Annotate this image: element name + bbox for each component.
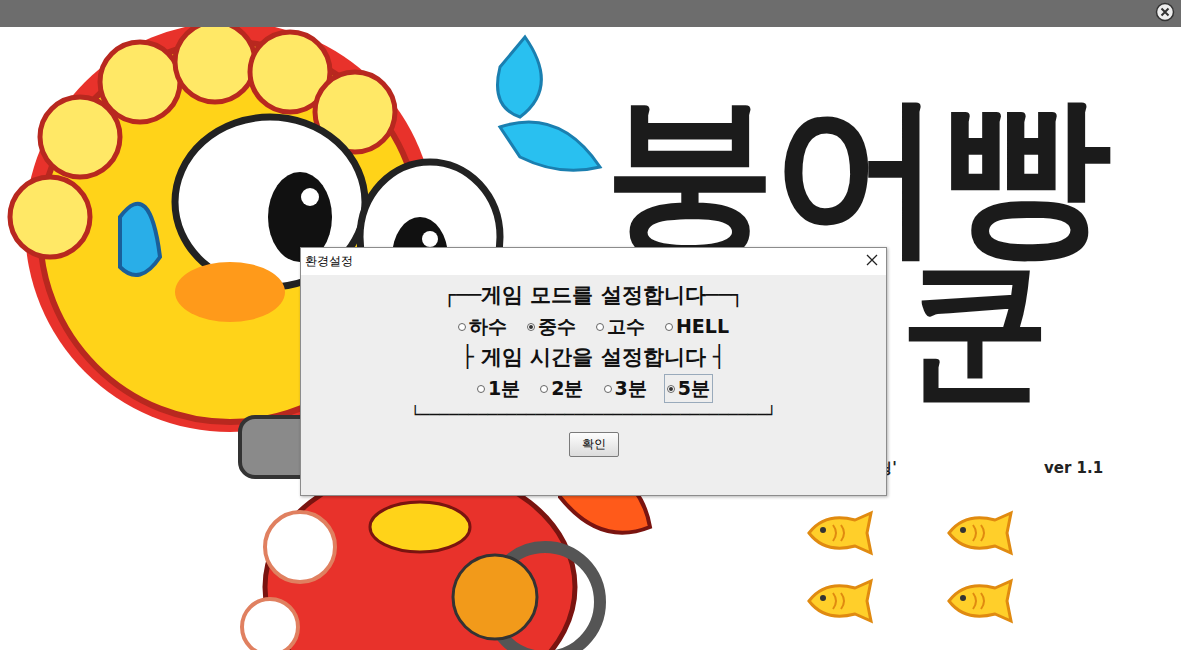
title-bar	[0, 0, 1181, 27]
radio-button[interactable]	[527, 323, 535, 331]
time-heading: ├ 게임 시간을 설정합니다 ┤	[461, 343, 726, 372]
dialog-body: ┌──게임 모드를 설정합니다──┐ 하수 중수 고수 HELL ├ 게임 시간을 설정합…	[301, 275, 886, 495]
radio-option[interactable]: 중수	[524, 312, 579, 341]
bungeoppang-icon	[945, 510, 1015, 560]
dialog-title-bar: 환경설정	[301, 248, 886, 275]
radio-option[interactable]: 1분	[474, 374, 523, 403]
radio-label: 중수	[538, 313, 576, 340]
radio-option[interactable]: 하수	[455, 312, 510, 341]
radio-option[interactable]: 2분	[537, 374, 586, 403]
bungeoppang-icon	[805, 510, 875, 560]
radio-button[interactable]	[477, 385, 485, 393]
frame-bottom-line: └────────────────────────────────────┘	[410, 405, 776, 424]
close-icon[interactable]	[1155, 2, 1175, 26]
modes-group: 하수 중수 고수 HELL	[455, 312, 732, 341]
radio-label: 5분	[678, 375, 710, 402]
radio-button[interactable]	[667, 385, 675, 393]
mode-heading: ┌──게임 모드를 설정합니다──┐	[443, 281, 743, 310]
radio-label: HELL	[676, 313, 729, 340]
splash-screen: 붕어빵쿤는 스윙'ver 1.1환경설정┌──게임 모드를 설정합니다──┐하수…	[0, 27, 1181, 650]
settings-dialog: 환경설정 ┌──게임 모드를 설정합니다──┐ 하수 중수 고수 HELL ├ 게임 시간을…	[300, 247, 887, 496]
radio-option[interactable]: HELL	[662, 312, 732, 341]
game-title-cut: 쿤	[900, 255, 1050, 405]
radio-option[interactable]: 5분	[664, 374, 713, 403]
radio-option[interactable]: 고수	[593, 312, 648, 341]
version-label: ver 1.1	[1044, 459, 1103, 477]
button-row: 확인	[569, 426, 619, 463]
bungeoppang-icon	[945, 578, 1015, 628]
bungeoppang-icon	[805, 578, 875, 628]
times-group: 1분 2분 3분 5분	[474, 374, 713, 403]
radio-label: 고수	[607, 313, 645, 340]
game-title: 붕어빵	[604, 89, 1108, 261]
ok-button[interactable]: 확인	[569, 432, 619, 457]
radio-label: 3분	[615, 375, 647, 402]
close-icon[interactable]	[866, 254, 878, 269]
radio-button[interactable]	[665, 323, 673, 331]
radio-button[interactable]	[458, 323, 466, 331]
radio-option[interactable]: 3분	[601, 374, 650, 403]
radio-label: 하수	[469, 313, 507, 340]
radio-button[interactable]	[596, 323, 604, 331]
radio-button[interactable]	[604, 385, 612, 393]
radio-label: 2분	[551, 375, 583, 402]
radio-button[interactable]	[540, 385, 548, 393]
radio-label: 1분	[488, 375, 520, 402]
dialog-title: 환경설정	[305, 253, 353, 270]
